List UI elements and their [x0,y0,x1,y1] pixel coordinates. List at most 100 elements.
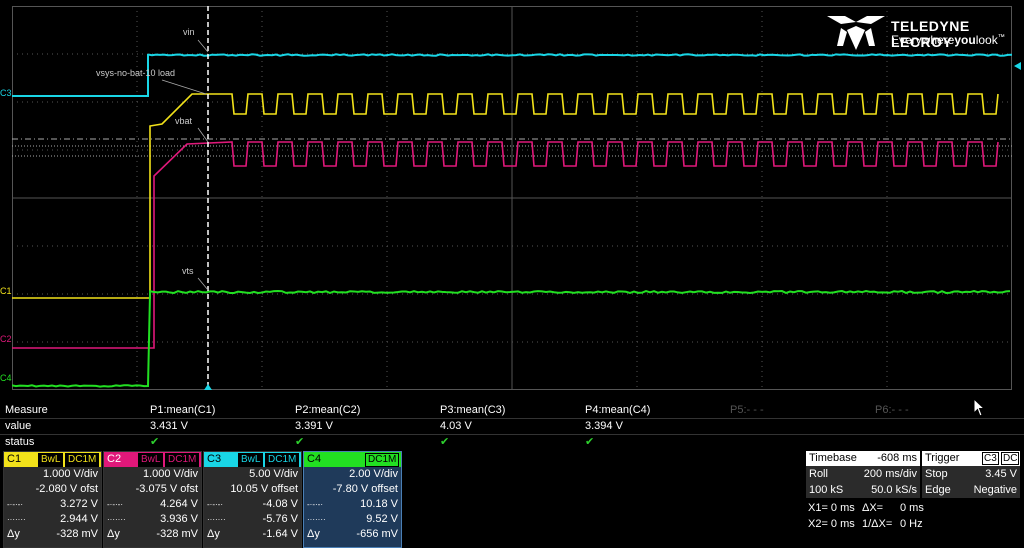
c2-delta-row: Δy -328 mV [104,527,201,542]
c2-offset: -3.075 V ofst [136,482,198,497]
trace-label-vin: vin [183,27,195,37]
trigger-header[interactable]: Trigger C3 DC [922,451,1020,466]
c3-bwl-tag: BwL [238,453,263,467]
trace-label-load: vsys-no-bat-10 load [96,68,175,78]
trigger-position-marker[interactable] [204,384,212,390]
channel-c1-descriptor[interactable]: C1 BwL DC1M 1.000 V/div -2.080 V ofst -·… [3,451,102,548]
param-p2-status-icon: ✔ [295,435,304,448]
c1-cursor2-row: ······· 2.944 V [4,512,101,527]
c4-delta: -656 mV [356,527,398,542]
c1-bwl-tag: BwL [38,453,63,467]
c4-vdiv-row: 2.00 V/div [304,467,401,482]
trigger-level-marker[interactable] [1014,62,1021,70]
waveform-display[interactable]: vin vsys-no-bat-10 load vbat vts [12,6,1012,390]
param-p2-name[interactable]: P2:mean(C2) [295,404,360,416]
tagline-part-2: you [954,33,975,47]
c4-id: C4 [307,453,321,465]
c3-delta: -1.64 V [263,527,298,542]
delta-y-glyph: Δy [307,527,320,542]
c1-coupling-tag: DC1M [65,453,99,467]
param-p4-status-icon: ✔ [585,435,594,448]
trigger-descriptor[interactable]: Trigger C3 DC Stop 3.45 V Edge Negative [922,451,1020,498]
c1-offset-row: -2.080 V ofst [4,482,101,497]
timebase-row-2: 100 kS 50.0 kS/s [806,482,920,498]
x1-readout: X1= 0 ms [808,502,855,514]
channel-c2-descriptor[interactable]: C2 BwL DC1M 1.000 V/div -3.075 V ofst -·… [103,451,202,548]
graticule-grid [12,6,1012,390]
cursor1-glyph: -·-·-· [7,497,23,512]
trigger-label: Trigger [925,452,959,464]
trigger-coupling-tag: DC [1001,452,1019,465]
channel-c4-descriptor[interactable]: C4 DC1M 2.00 V/div -7.80 V offset -·-·-·… [303,451,402,548]
param-p1-name[interactable]: P1:mean(C1) [150,404,215,416]
tagline-part-3: look [976,33,998,47]
measure-row-label: Measure [5,404,48,416]
timebase-delay: -608 ms [877,452,917,464]
teledyne-logo: TELEDYNE LECROY Everywhereyoulook™ [827,16,1012,50]
c4-marker[interactable]: C4 [0,373,12,383]
param-p3-value: 4.03 V [440,420,472,432]
delta-y-glyph: Δy [7,527,20,542]
c4-cursor2: 9.52 V [366,512,398,527]
c1-header[interactable]: C1 BwL DC1M [4,452,101,467]
c4-header[interactable]: C4 DC1M [304,452,401,467]
c2-vdiv: 1.000 V/div [143,467,198,482]
c1-delta: -328 mV [56,527,98,542]
c3-marker[interactable]: C3 [0,88,12,98]
param-p1-value: 3.431 V [150,420,188,432]
measure-row-separator [0,418,1024,419]
c2-header[interactable]: C2 BwL DC1M [104,452,201,467]
c2-id: C2 [107,453,121,465]
trace-label-vbat: vbat [175,116,193,126]
trigger-source-tag: C3 [982,452,999,465]
cursor1-glyph: -·-·-· [207,497,223,512]
trace-label-vts: vts [182,266,194,276]
tagline-trademark: ™ [998,34,1005,41]
c2-offset-row: -3.075 V ofst [104,482,201,497]
param-p2-value: 3.391 V [295,420,333,432]
param-p4-value: 3.394 V [585,420,623,432]
trace-c2-vbat [12,142,998,348]
timebase-label: Timebase [809,452,857,464]
trigger-type: Edge [925,482,951,498]
param-p4-name[interactable]: P4:mean(C4) [585,404,650,416]
cursor1-glyph: -·-·-· [307,497,323,512]
timebase-descriptor[interactable]: Timebase -608 ms Roll 200 ms/div 100 kS … [806,451,920,498]
c3-vdiv: 5.00 V/div [249,467,298,482]
trace-c4-vts [12,291,1010,387]
param-p3-name[interactable]: P3:mean(C3) [440,404,505,416]
cursor2-glyph: ······· [307,512,326,527]
c3-cursor2: -5.76 V [263,512,298,527]
trace-c1-load [12,94,998,298]
c4-cursor1: 10.18 V [360,497,398,512]
c3-cursor2-row: ······· -5.76 V [204,512,301,527]
param-p3-status-icon: ✔ [440,435,449,448]
dx-value: 0 ms [900,502,924,514]
inv-dx-label: 1/ΔX= [862,518,892,530]
c1-delta-row: Δy -328 mV [4,527,101,542]
measure-table[interactable]: Measure value status P1:mean(C1) 3.431 V… [0,403,1024,449]
brand-tagline: Everywhereyoulook™ [891,33,1005,47]
timebase-mode: Roll [809,466,828,482]
c3-header[interactable]: C3 BwL DC1M [204,452,301,467]
c3-offset: 10.05 V offset [230,482,298,497]
channel-c3-descriptor[interactable]: C3 BwL DC1M 5.00 V/div 10.05 V offset -·… [203,451,302,548]
c1-cursor2: 2.944 V [60,512,98,527]
cursor2-glyph: ······· [107,512,126,527]
param-p6-name[interactable]: P6:- - - [875,404,909,416]
c2-marker[interactable]: C2 [0,334,12,344]
c1-marker[interactable]: C1 [0,286,12,296]
c2-cursor1: 4.264 V [160,497,198,512]
inv-dx-value: 0 Hz [900,518,923,530]
tagline-part-1: Everywhere [891,33,954,47]
c2-cursor2: 3.936 V [160,512,198,527]
dx-label: ΔX= [862,502,883,514]
c3-vdiv-row: 5.00 V/div [204,467,301,482]
timebase-header[interactable]: Timebase -608 ms [806,451,920,466]
c4-cursor1-row: -·-·-· 10.18 V [304,497,401,512]
c3-cursor1-row: -·-·-· -4.08 V [204,497,301,512]
cursor2-glyph: ······· [7,512,26,527]
param-p1-status-icon: ✔ [150,435,159,448]
param-p5-name[interactable]: P5:- - - [730,404,764,416]
c4-offset-row: -7.80 V offset [304,482,401,497]
